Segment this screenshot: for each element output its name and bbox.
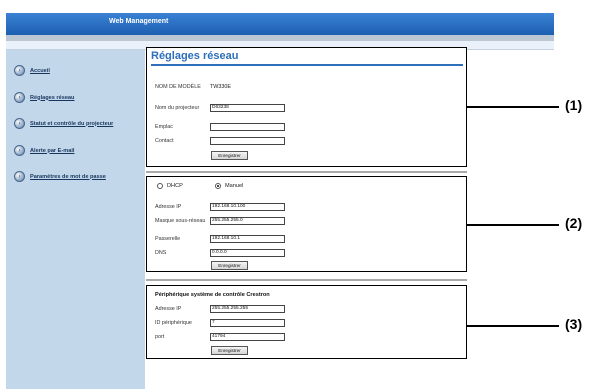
sidebar-item-label: Réglages réseau bbox=[30, 94, 75, 101]
divider bbox=[146, 171, 467, 173]
callout-line bbox=[467, 224, 559, 226]
device-id-label: ID périphérique bbox=[155, 320, 192, 326]
dhcp-radio[interactable]: DHCP bbox=[157, 183, 183, 189]
contact-input[interactable] bbox=[210, 137, 285, 145]
manual-label: Manuel bbox=[225, 183, 244, 189]
location-row: Emplac bbox=[155, 123, 285, 131]
contact-label: Contact bbox=[155, 138, 174, 144]
dns-input[interactable]: 0.0.0.0 bbox=[210, 249, 285, 257]
callout-label: (3) bbox=[565, 316, 583, 332]
network-settings-panel: Réglages réseau NOM DE MODÈLE TW330E Nom… bbox=[146, 47, 467, 167]
ip-input[interactable]: 192.168.10.100 bbox=[210, 203, 285, 211]
gateway-input[interactable]: 192.168.10.1 bbox=[210, 235, 285, 243]
callout-line bbox=[467, 325, 559, 327]
sidebar-item-label: Accueil bbox=[30, 67, 50, 74]
crestron-panel: Périphérique système de contrôle Crestro… bbox=[146, 285, 467, 359]
contact-row: Contact bbox=[155, 137, 285, 145]
sidebar-item-mot-de-passe[interactable]: › Paramètres de mot de passe bbox=[14, 171, 106, 182]
chevron-right-icon: › bbox=[14, 65, 25, 76]
port-row: port 41794 bbox=[155, 333, 285, 341]
sidebar-item-reglages-reseau[interactable]: › Réglages réseau bbox=[14, 92, 74, 103]
gateway-label: Passerelle bbox=[155, 236, 181, 242]
header-bar: Web Management bbox=[6, 13, 554, 35]
callout-label: (2) bbox=[565, 215, 583, 231]
title-underline bbox=[151, 64, 463, 66]
section-title: Périphérique système de contrôle Crestro… bbox=[155, 292, 270, 298]
port-label: port bbox=[155, 334, 165, 340]
crestron-ip-input[interactable]: 255.255.255.255 bbox=[210, 305, 285, 313]
sidebar-item-label: Alerte par E-mail bbox=[30, 147, 75, 154]
model-value: TW330E bbox=[210, 84, 231, 90]
chevron-right-icon: › bbox=[14, 118, 25, 129]
sidebar-item-label: Paramètres de mot de passe bbox=[30, 173, 106, 180]
device-id-row: ID périphérique 7 bbox=[155, 319, 285, 327]
projector-name-input[interactable]: D63238 bbox=[210, 104, 285, 112]
sidebar-item-statut-controle[interactable]: › Statut et contrôle du projecteur bbox=[14, 118, 113, 129]
save-button[interactable]: Enregistrer bbox=[211, 346, 248, 355]
ip-row: Adresse IP 192.168.10.100 bbox=[155, 203, 285, 211]
chevron-right-icon: › bbox=[14, 171, 25, 182]
radio-checked-icon bbox=[215, 183, 221, 189]
model-label: NOM DE MODÈLE bbox=[155, 84, 201, 90]
chevron-right-icon: › bbox=[14, 92, 25, 103]
sidebar-item-label: Statut et contrôle du projecteur bbox=[30, 120, 114, 127]
page-title: Réglages réseau bbox=[151, 50, 239, 62]
location-label: Emplac bbox=[155, 124, 173, 130]
ip-settings-panel: DHCP Manuel Adresse IP 192.168.10.100 Ma… bbox=[146, 176, 467, 272]
save-button[interactable]: Enregistrer bbox=[211, 151, 248, 160]
callout-line bbox=[467, 106, 559, 108]
subnet-row: Masque sous-réseau 255.255.255.0 bbox=[155, 217, 285, 225]
app-title: Web Management bbox=[109, 18, 169, 25]
crestron-ip-label: Adresse IP bbox=[155, 306, 182, 312]
radio-unchecked-icon bbox=[157, 183, 163, 189]
dns-row: DNS 0.0.0.0 bbox=[155, 249, 285, 257]
callout-label: (1) bbox=[565, 97, 583, 113]
device-id-input[interactable]: 7 bbox=[210, 319, 285, 327]
divider bbox=[146, 279, 467, 281]
model-row: NOM DE MODÈLE TW330E bbox=[155, 84, 231, 90]
location-input[interactable] bbox=[210, 123, 285, 131]
dns-label: DNS bbox=[155, 250, 167, 256]
sidebar-item-alerte-email[interactable]: › Alerte par E-mail bbox=[14, 145, 74, 156]
projector-name-row: Nom du projecteur D63238 bbox=[155, 104, 285, 112]
chevron-right-icon: › bbox=[14, 145, 25, 156]
gateway-row: Passerelle 192.168.10.1 bbox=[155, 235, 285, 243]
ip-label: Adresse IP bbox=[155, 204, 182, 210]
crestron-ip-row: Adresse IP 255.255.255.255 bbox=[155, 305, 285, 313]
dhcp-label: DHCP bbox=[167, 183, 183, 189]
subnet-label: Masque sous-réseau bbox=[155, 218, 206, 224]
projector-name-label: Nom du projecteur bbox=[155, 105, 200, 111]
manual-radio[interactable]: Manuel bbox=[215, 183, 243, 189]
port-input[interactable]: 41794 bbox=[210, 333, 285, 341]
subnet-input[interactable]: 255.255.255.0 bbox=[210, 217, 285, 225]
sidebar-item-accueil[interactable]: › Accueil bbox=[14, 65, 50, 76]
save-button[interactable]: Enregistrer bbox=[211, 261, 248, 270]
sidebar: › Accueil › Réglages réseau › Statut et … bbox=[6, 50, 145, 389]
